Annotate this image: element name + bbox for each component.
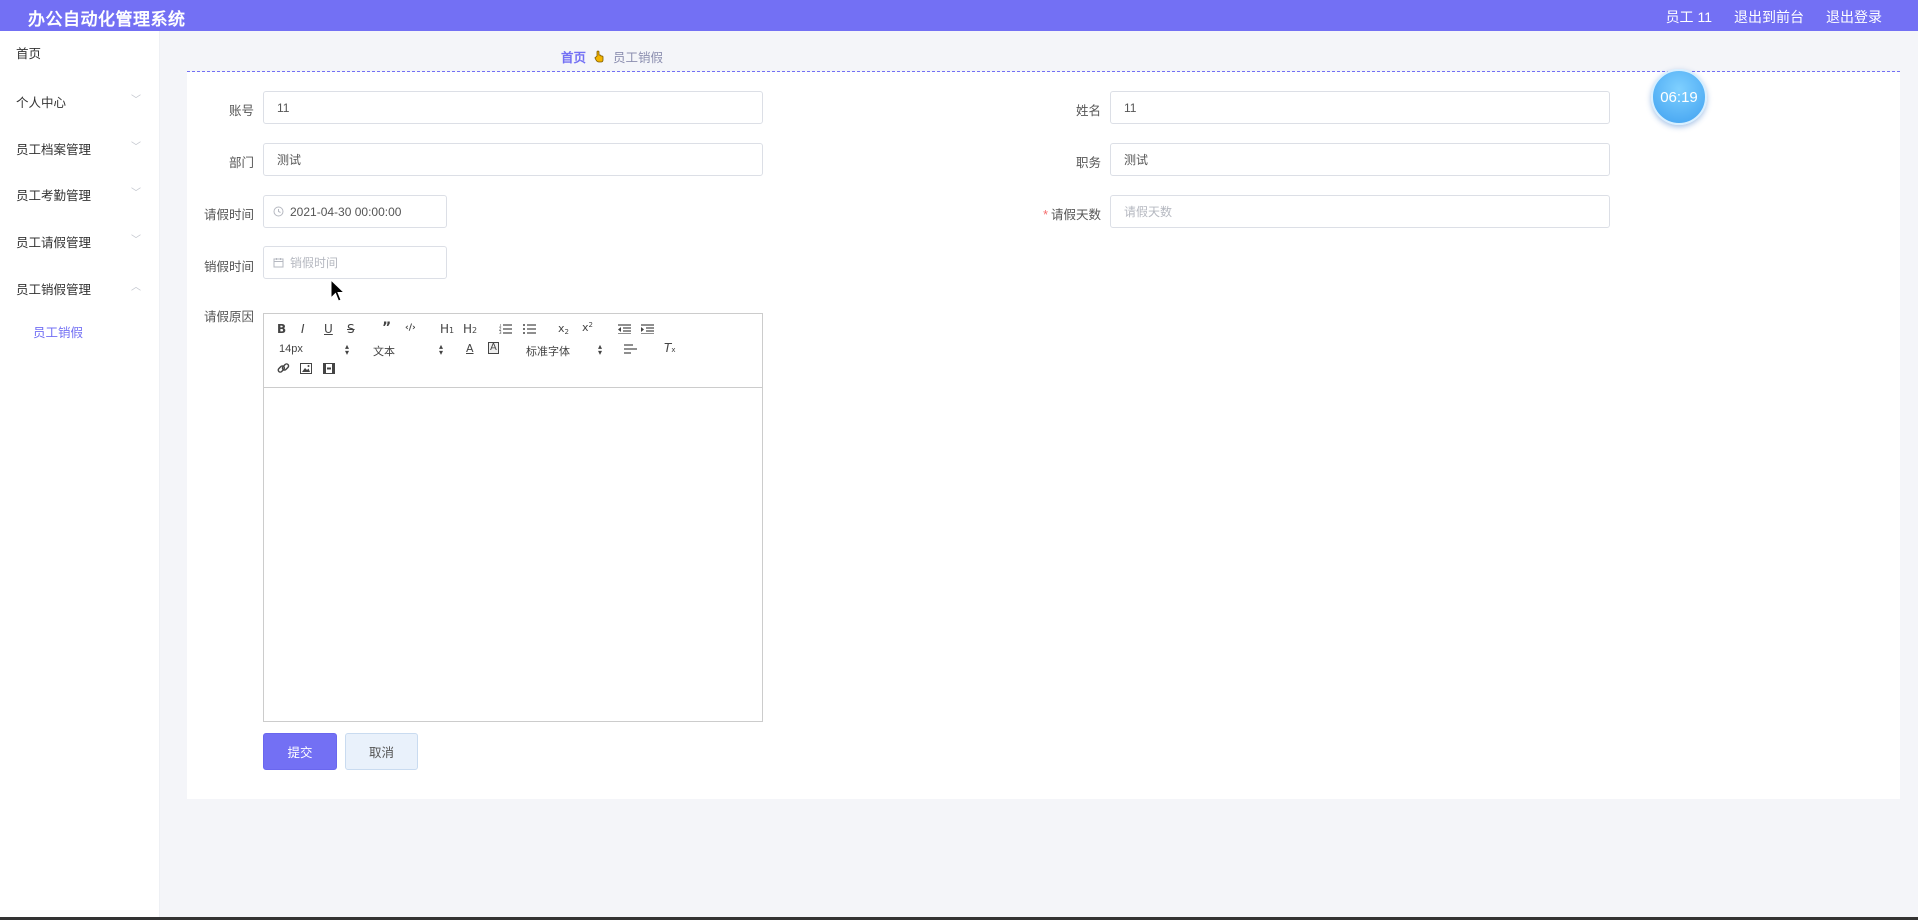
indent-icon[interactable] [641,324,654,334]
submit-button[interactable]: 提交 [263,733,337,770]
cancel-button[interactable]: 取消 [345,733,418,770]
sidebar-item-label: 员工档案管理 [16,142,92,157]
account-value: 11 [277,100,290,115]
background-color-icon[interactable]: A [488,342,499,354]
sidebar-item-leave-cancel[interactable]: 员工销假管理 ︿ [0,273,160,303]
outdent-icon[interactable] [618,324,631,334]
reason-label: 请假原因 [203,310,254,324]
font-family-select[interactable]: 标准字体 ▴ ▾ [526,342,602,359]
bold-icon[interactable]: B [277,322,286,336]
calendar-icon [273,257,284,268]
account-label: 账号 [228,104,254,118]
name-label: 姓名 [1075,104,1101,118]
align-icon[interactable] [624,344,637,354]
account-field[interactable]: 11 [263,91,763,124]
sidebar-item-label: 首页 [16,46,42,61]
chevron-down-icon: ﹀ [131,235,141,246]
app-title: 办公自动化管理系统 [28,10,186,29]
leave-days-input[interactable]: 请假天数 [1110,195,1610,228]
sidebar-item-home[interactable]: 首页 [0,37,160,67]
name-value: 11 [1124,100,1137,115]
leave-days-placeholder: 请假天数 [1124,205,1173,219]
text-style-value: 文本 [373,346,395,358]
editor-content[interactable] [264,388,762,721]
underline-icon[interactable]: U [324,322,333,336]
position-label: 职务 [1075,156,1101,170]
sidebar: 首页 个人中心 ﹀ 员工档案管理 ﹀ 员工考勤管理 ﹀ 员工请假管理 ﹀ 员工销… [0,31,160,920]
rich-text-editor: B I U S ” ‹/› H1 H2 123 x2 x2 14px ▴ ▾ 文本… [263,313,763,722]
leave-time-label: 请假时间 [203,208,254,222]
header2-icon[interactable]: H2 [463,322,477,336]
position-value: 测试 [1124,153,1149,167]
chevron-up-icon: ︿ [131,282,141,293]
select-arrows-icon: ▴ ▾ [438,342,443,357]
editor-toolbar: B I U S ” ‹/› H1 H2 123 x2 x2 14px ▴ ▾ 文本… [264,314,762,388]
chevron-down-icon: ﹀ [131,142,141,153]
sidebar-item-leave[interactable]: 员工请假管理 ﹀ [0,226,160,256]
image-icon[interactable] [300,363,312,374]
header1-icon[interactable]: H1 [440,322,454,336]
sidebar-subitem-leave-cancel[interactable]: 员工销假 [0,316,160,346]
sidebar-item-attendance[interactable]: 员工考勤管理 ﹀ [0,179,160,209]
name-field[interactable]: 11 [1110,91,1610,124]
clock-widget[interactable]: 06:19 [1651,69,1707,125]
leave-time-value: 2021-04-30 00:00:00 [290,204,402,219]
sidebar-item-label: 员工销假管理 [16,282,92,297]
video-icon[interactable] [323,363,335,374]
leave-days-label-text: 请假天数 [1050,208,1101,222]
leave-days-label: * 请假天数 [1021,204,1101,223]
ordered-list-icon[interactable]: 123 [499,324,512,334]
text-style-select[interactable]: 文本 ▴ ▾ [373,342,443,359]
sidebar-item-label: 员工考勤管理 [16,188,92,203]
italic-icon[interactable]: I [301,322,305,336]
current-user[interactable]: 员工 11 [1666,7,1712,27]
strikethrough-icon[interactable]: S [347,322,355,336]
breadcrumb-home[interactable]: 首页 [561,47,586,66]
font-size-select[interactable]: 14px ▴ ▾ [279,342,349,357]
code-block-icon[interactable]: ‹/› [405,323,416,333]
cancel-time-picker[interactable]: 销假时间 [263,246,447,279]
required-mark: * [1043,208,1048,222]
sidebar-item-label: 个人中心 [16,95,67,110]
department-label: 部门 [228,156,254,170]
select-arrows-icon: ▴ ▾ [597,342,602,357]
header-actions: 员工 11 退出到前台 退出登录 [1666,7,1882,27]
blockquote-icon[interactable]: ” [382,320,391,336]
department-field[interactable]: 测试 [263,143,763,176]
leave-time-picker[interactable]: 2021-04-30 00:00:00 [263,195,447,228]
position-field[interactable]: 测试 [1110,143,1610,176]
cancel-time-label: 销假时间 [203,260,254,274]
clock-icon [273,206,284,217]
sidebar-subitem-label: 员工销假 [33,325,84,340]
breadcrumb: 首页 员工销假 [561,47,663,66]
top-header: 办公自动化管理系统 员工 11 退出到前台 退出登录 [0,0,1918,31]
bullet-list-icon[interactable] [523,324,536,334]
svg-text:3: 3 [499,330,502,334]
sidebar-item-employee-records[interactable]: 员工档案管理 ﹀ [0,133,160,163]
chevron-down-icon: ﹀ [131,188,141,199]
logout-link[interactable]: 退出登录 [1826,7,1882,27]
link-icon[interactable] [277,362,290,375]
sidebar-item-personal-center[interactable]: 个人中心 ﹀ [0,86,160,116]
chevron-down-icon: ﹀ [131,95,141,106]
mouse-cursor-icon [330,278,346,303]
department-value: 测试 [277,153,302,167]
subscript-icon[interactable]: x2 [558,322,569,336]
exit-to-front-link[interactable]: 退出到前台 [1734,7,1804,27]
clear-format-icon[interactable]: Tx [664,341,676,355]
font-family-value: 标准字体 [526,346,570,358]
hand-icon [594,50,605,63]
font-color-icon[interactable]: A [466,342,474,355]
select-arrows-icon: ▴ ▾ [344,342,349,357]
superscript-icon[interactable]: x2 [582,321,593,334]
font-size-value: 14px [279,343,303,355]
cancel-time-placeholder: 销假时间 [290,256,339,270]
sidebar-item-label: 员工请假管理 [16,235,92,250]
breadcrumb-current: 员工销假 [613,51,664,65]
